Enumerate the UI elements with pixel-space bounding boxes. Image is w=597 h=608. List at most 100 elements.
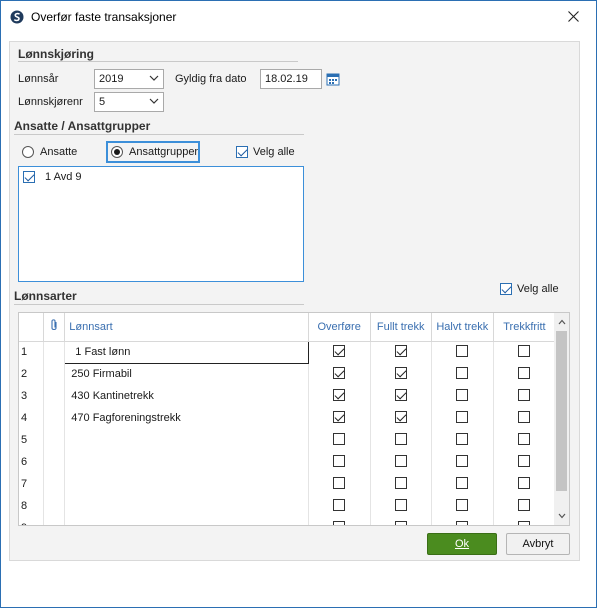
chevron-down-icon	[558, 513, 565, 519]
lonnsart-cell[interactable]	[64, 517, 309, 525]
lonnsarter-grid[interactable]: Lønnsart Overføre Fullt trekk Halvt trek…	[18, 312, 570, 526]
checkbox-unchecked-icon[interactable]	[394, 520, 407, 525]
velg-alle-lonnsarter-checkbox[interactable]: Velg alle	[500, 283, 559, 295]
table-row[interactable]: 9	[19, 517, 557, 525]
checkbox-unchecked-icon[interactable]	[394, 498, 407, 511]
attachment-cell[interactable]	[43, 473, 66, 495]
lonnskjorenr-select[interactable]: 5	[94, 92, 164, 112]
checkbox-checked-icon[interactable]	[394, 344, 407, 357]
attachment-cell[interactable]	[43, 517, 66, 525]
table-row[interactable]: 5	[19, 429, 557, 451]
checkbox-unchecked-icon[interactable]	[518, 454, 531, 467]
checkbox-unchecked-icon[interactable]	[518, 366, 531, 379]
lonnsart-cell[interactable]: 430 Kantinetrekk	[64, 385, 309, 407]
fullt-cell	[370, 341, 432, 363]
row-number: 4	[19, 407, 44, 429]
cancel-button[interactable]: Avbryt	[506, 533, 570, 555]
checkbox-unchecked-icon[interactable]	[456, 498, 469, 511]
table-row[interactable]: 1 1 Fast lønn	[19, 340, 557, 364]
lonnsart-cell[interactable]	[64, 495, 309, 517]
checkbox-checked-icon[interactable]	[394, 410, 407, 423]
checkbox-checked-icon[interactable]	[23, 171, 35, 183]
table-row[interactable]: 4 470 Fagforeningstrekk	[19, 407, 557, 429]
trekkfritt-cell	[493, 451, 557, 473]
trekkfritt-cell	[493, 473, 557, 495]
checkbox-unchecked-icon[interactable]	[518, 476, 531, 489]
lonnsart-cell[interactable]	[64, 429, 309, 451]
radio-ansatte[interactable]: Ansatte	[22, 146, 77, 158]
checkbox-unchecked-icon[interactable]	[333, 454, 346, 467]
lonnsart-cell[interactable]: 1 Fast lønn	[64, 340, 309, 364]
checkbox-unchecked-icon[interactable]	[333, 520, 346, 525]
close-button[interactable]	[550, 1, 596, 31]
checkbox-unchecked-icon[interactable]	[394, 476, 407, 489]
col-fullt-trekk[interactable]: Fullt trekk	[370, 313, 432, 342]
checkbox-unchecked-icon[interactable]	[333, 432, 346, 445]
scroll-up-button[interactable]	[554, 314, 569, 330]
checkbox-checked-icon	[500, 283, 512, 295]
attachment-cell[interactable]	[43, 429, 66, 451]
attachment-cell[interactable]	[43, 451, 66, 473]
scroll-thumb[interactable]	[556, 331, 567, 491]
checkbox-unchecked-icon[interactable]	[456, 366, 469, 379]
checkbox-checked-icon[interactable]	[333, 410, 346, 423]
checkbox-unchecked-icon[interactable]	[333, 498, 346, 511]
halvt-cell	[431, 385, 494, 407]
col-trekkfritt[interactable]: Trekkfritt	[493, 313, 557, 342]
scroll-down-button[interactable]	[554, 508, 569, 524]
col-overfore[interactable]: Overføre	[308, 313, 371, 342]
attachment-cell[interactable]	[43, 495, 66, 517]
checkbox-checked-icon[interactable]	[394, 388, 407, 401]
checkbox-unchecked-icon[interactable]	[333, 476, 346, 489]
lonnsart-cell[interactable]	[64, 473, 309, 495]
lonnsart-cell[interactable]: 470 Fagforeningstrekk	[64, 407, 309, 429]
checkbox-unchecked-icon[interactable]	[456, 454, 469, 467]
attachment-cell[interactable]	[43, 341, 66, 363]
list-item[interactable]: 1 Avd 9	[23, 171, 82, 183]
radio-ansattgrupper[interactable]: Ansattgrupper	[111, 146, 198, 158]
checkbox-unchecked-icon[interactable]	[518, 498, 531, 511]
checkbox-checked-icon[interactable]	[333, 366, 346, 379]
checkbox-unchecked-icon[interactable]	[518, 344, 531, 357]
table-row[interactable]: 3 430 Kantinetrekk	[19, 385, 557, 407]
vertical-scrollbar[interactable]	[554, 313, 569, 525]
table-row[interactable]: 8	[19, 495, 557, 517]
checkbox-unchecked-icon[interactable]	[394, 454, 407, 467]
checkbox-unchecked-icon[interactable]	[456, 520, 469, 525]
lonnsart-cell[interactable]	[64, 451, 309, 473]
checkbox-unchecked-icon[interactable]	[456, 476, 469, 489]
checkbox-unchecked-icon[interactable]	[518, 388, 531, 401]
checkbox-unchecked-icon[interactable]	[394, 432, 407, 445]
velg-alle-ansatte-checkbox[interactable]: Velg alle	[236, 146, 295, 158]
ansattgrupper-list[interactable]: 1 Avd 9	[18, 166, 304, 282]
gyldig-date-input[interactable]: 18.02.19	[260, 69, 322, 89]
checkbox-unchecked-icon[interactable]	[456, 432, 469, 445]
checkbox-unchecked-icon[interactable]	[518, 432, 531, 445]
checkbox-checked-icon[interactable]	[394, 366, 407, 379]
checkbox-unchecked-icon[interactable]	[456, 344, 469, 357]
lonnskjorenr-value: 5	[99, 96, 106, 108]
paperclip-icon	[51, 319, 57, 331]
attachment-cell[interactable]	[43, 363, 66, 385]
table-row[interactable]: 7	[19, 473, 557, 495]
checkbox-unchecked-icon[interactable]	[456, 388, 469, 401]
row-number: 7	[19, 473, 44, 495]
fullt-cell	[370, 363, 432, 385]
attachment-header[interactable]	[43, 313, 66, 342]
ok-button[interactable]: Ok	[427, 533, 497, 555]
table-row[interactable]: 2 250 Firmabil	[19, 363, 557, 385]
table-row[interactable]: 6	[19, 451, 557, 473]
checkbox-unchecked-icon[interactable]	[518, 520, 531, 525]
checkbox-unchecked-icon[interactable]	[456, 410, 469, 423]
attachment-cell[interactable]	[43, 407, 66, 429]
attachment-cell[interactable]	[43, 385, 66, 407]
lonnsar-select[interactable]: 2019	[94, 69, 164, 89]
checkbox-unchecked-icon[interactable]	[518, 410, 531, 423]
checkbox-checked-icon[interactable]	[333, 344, 346, 357]
col-lonnsart[interactable]: Lønnsart	[64, 313, 309, 342]
lonnsart-cell[interactable]: 250 Firmabil	[64, 363, 309, 385]
calendar-button[interactable]	[323, 69, 342, 89]
col-halvt-trekk[interactable]: Halvt trekk	[431, 313, 494, 342]
checkbox-checked-icon[interactable]	[333, 388, 346, 401]
calendar-icon	[326, 73, 339, 86]
